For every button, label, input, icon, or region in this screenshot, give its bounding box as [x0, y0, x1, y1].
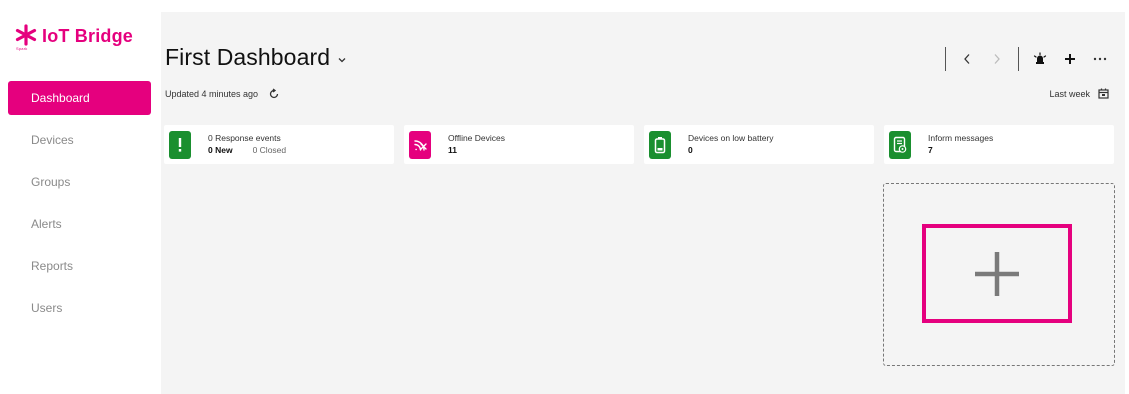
date-range-label: Last week — [1049, 88, 1090, 99]
signal-off-icon — [409, 130, 431, 159]
toolbar-divider — [945, 47, 946, 71]
brand-name: IoT Bridge — [42, 26, 133, 46]
alarms-button[interactable] — [1025, 46, 1055, 72]
battery-icon — [649, 130, 671, 159]
plus-icon — [975, 251, 1019, 296]
brand-sub: Spark — [16, 46, 28, 51]
chevron-right-icon — [994, 54, 1000, 64]
sidebar: Spark IoT Bridge Dashboard Devices Group… — [0, 0, 160, 394]
last-updated: Updated 4 minutes ago — [165, 88, 280, 100]
message-icon — [889, 130, 911, 159]
date-range-picker[interactable]: Last week — [1049, 88, 1109, 99]
summary-cards: 0 Response events 0 New 0 Closed Offline… — [164, 125, 1114, 164]
next-dashboard-button[interactable] — [982, 46, 1012, 72]
sidebar-item-dashboard[interactable]: Dashboard — [8, 81, 151, 115]
card-value: 0 — [688, 144, 693, 155]
chevron-left-icon — [964, 54, 970, 64]
card-label: Devices on low battery — [688, 132, 774, 143]
more-options-button[interactable] — [1085, 46, 1115, 72]
page-title: First Dashboard — [165, 44, 331, 70]
card-inform-messages[interactable]: Inform messages 7 — [884, 125, 1114, 164]
asterisk-logo-icon: Spark — [14, 24, 38, 52]
toolbar-divider — [1018, 47, 1019, 71]
more-icon — [1093, 57, 1107, 61]
card-response-events[interactable]: 0 Response events 0 New 0 Closed — [164, 125, 394, 164]
dashboard-title-selector[interactable]: First Dashboard — [165, 44, 347, 71]
alarm-icon — [1033, 52, 1047, 64]
sidebar-item-groups[interactable]: Groups — [0, 165, 160, 199]
add-widget-button[interactable] — [922, 224, 1072, 323]
card-sub: 0 Closed — [252, 144, 287, 155]
plus-icon — [1065, 54, 1075, 64]
calendar-icon — [1098, 88, 1109, 99]
sidebar-item-alerts[interactable]: Alerts — [0, 207, 160, 241]
sidebar-item-devices[interactable]: Devices — [0, 123, 160, 157]
toolbar — [939, 46, 1115, 72]
card-low-battery[interactable]: Devices on low battery 0 — [644, 125, 874, 164]
card-offline-devices[interactable]: Offline Devices 11 — [404, 125, 634, 164]
sidebar-item-users[interactable]: Users — [0, 291, 160, 325]
refresh-icon[interactable] — [268, 88, 280, 100]
add-widget-placeholder[interactable] — [883, 183, 1115, 366]
brand-logo[interactable]: Spark IoT Bridge — [14, 24, 133, 52]
sidebar-item-reports[interactable]: Reports — [0, 249, 160, 283]
dashboard-canvas: First Dashboard Updated 4 minutes ago La… — [161, 12, 1125, 394]
sidebar-nav: Dashboard Devices Groups Alerts Reports … — [0, 81, 160, 333]
card-label: Inform messages — [928, 132, 994, 143]
updated-text: Updated 4 minutes ago — [165, 89, 259, 99]
card-label: 0 Response events — [208, 132, 281, 143]
previous-dashboard-button[interactable] — [952, 46, 982, 72]
card-value: 11 — [448, 144, 457, 155]
card-value: 7 — [928, 144, 933, 155]
card-label: Offline Devices — [448, 132, 506, 143]
chevron-down-icon — [338, 58, 346, 63]
card-value: 0 New — [208, 144, 233, 155]
exclamation-icon — [169, 130, 191, 159]
add-widget-toolbar-button[interactable] — [1055, 46, 1085, 72]
